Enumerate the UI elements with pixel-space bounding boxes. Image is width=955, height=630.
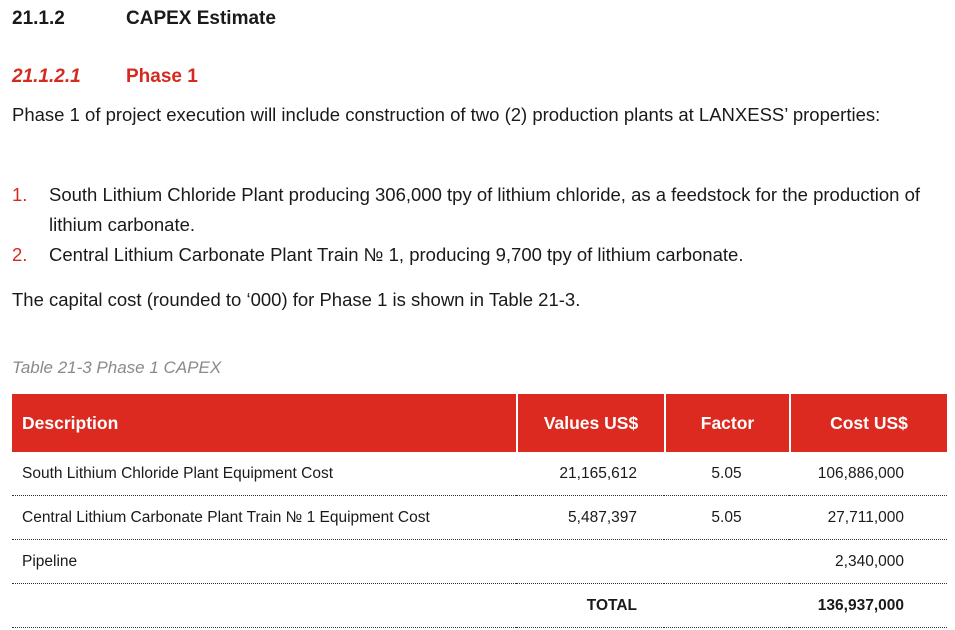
capex-table: Description Values US$ Factor Cost US$ S… (12, 394, 947, 628)
plant-list: 1. South Lithium Chloride Plant producin… (12, 180, 932, 270)
row-factor (664, 540, 789, 584)
table-row: South Lithium Chloride Plant Equipment C… (12, 452, 947, 496)
row-value (516, 540, 664, 584)
list-marker: 1. (12, 184, 28, 205)
subsection-title: Phase 1 (126, 66, 198, 87)
table-row: Pipeline 2,340,000 (12, 540, 947, 584)
row-factor: 5.05 (664, 452, 789, 496)
list-item: 1. South Lithium Chloride Plant producin… (12, 180, 932, 240)
total-factor-spacer (664, 584, 789, 628)
row-cost: 2,340,000 (789, 540, 947, 584)
header-factor: Factor (664, 394, 789, 452)
list-marker: 2. (12, 244, 28, 265)
header-values: Values US$ (516, 394, 664, 452)
row-description: Pipeline (12, 540, 516, 584)
total-value: 136,937,000 (789, 584, 947, 628)
row-description: South Lithium Chloride Plant Equipment C… (12, 452, 516, 496)
row-factor: 5.05 (664, 496, 789, 540)
section-title: CAPEX Estimate (126, 8, 276, 29)
list-item-text: South Lithium Chloride Plant producing 3… (49, 184, 921, 235)
summary-paragraph: The capital cost (rounded to ‘000) for P… (12, 289, 581, 310)
table-total-row: TOTAL 136,937,000 (12, 584, 947, 628)
list-item: 2. Central Lithium Carbonate Plant Train… (12, 240, 932, 270)
row-cost: 27,711,000 (789, 496, 947, 540)
section-number: 21.1.2 (12, 8, 65, 29)
row-cost: 106,886,000 (789, 452, 947, 496)
list-item-text: Central Lithium Carbonate Plant Train № … (49, 244, 744, 265)
header-cost: Cost US$ (789, 394, 947, 452)
subsection-number: 21.1.2.1 (12, 66, 81, 87)
total-spacer (12, 584, 516, 628)
row-description: Central Lithium Carbonate Plant Train № … (12, 496, 516, 540)
table-header: Description Values US$ Factor Cost US$ (12, 394, 947, 452)
row-value: 21,165,612 (516, 452, 664, 496)
intro-paragraph: Phase 1 of project execution will includ… (12, 104, 881, 125)
header-description: Description (22, 412, 119, 433)
table-caption: Table 21-3 Phase 1 CAPEX (12, 358, 222, 377)
row-value: 5,487,397 (516, 496, 664, 540)
total-label: TOTAL (516, 584, 664, 628)
subsection-heading: 21.1.2.1 Phase 1 (12, 66, 198, 88)
table-row: Central Lithium Carbonate Plant Train № … (12, 496, 947, 540)
section-heading: 21.1.2 CAPEX Estimate (12, 8, 276, 30)
